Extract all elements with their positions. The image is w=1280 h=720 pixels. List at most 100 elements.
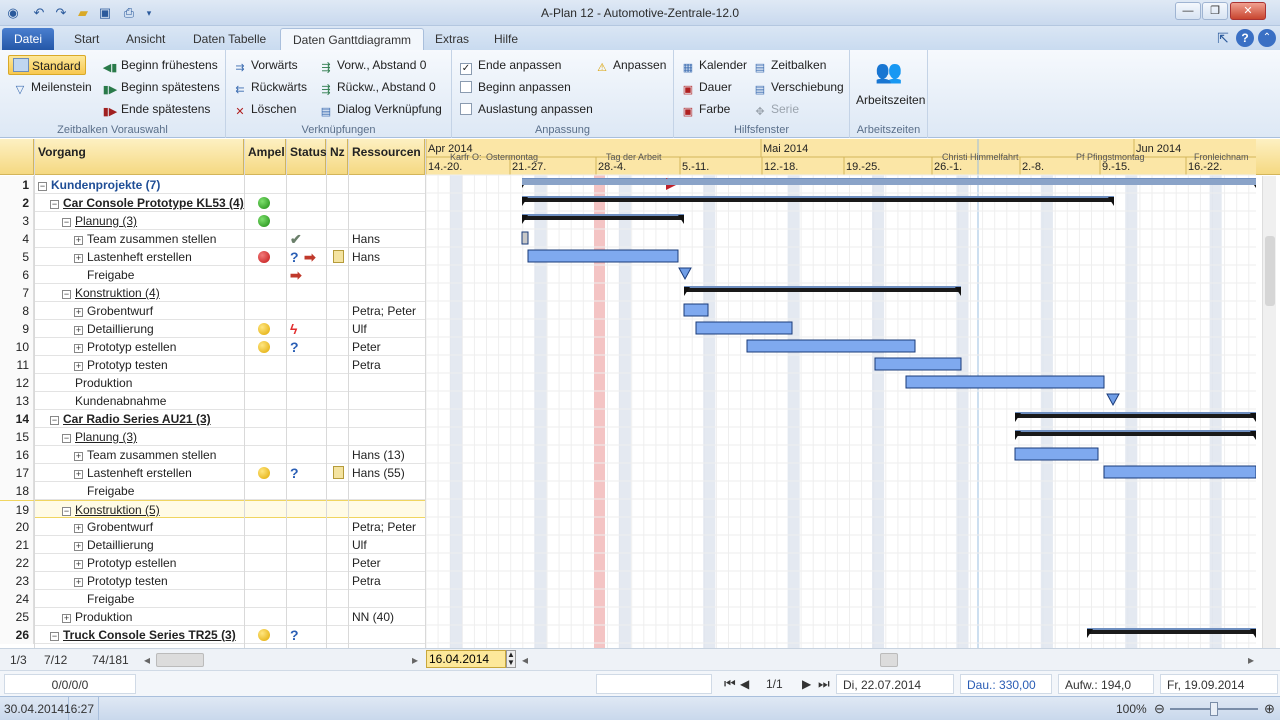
collapse-icon[interactable]: −: [62, 507, 71, 516]
tab-datei[interactable]: Datei: [2, 28, 54, 50]
rueckw-abstand-button[interactable]: ⇶ Rückw., Abstand 0: [318, 77, 435, 97]
table-row[interactable]: 13 Kundenabnahme: [0, 392, 425, 410]
vorwaerts-button[interactable]: ⇉ Vorwärts: [232, 55, 297, 75]
table-row[interactable]: 26 − Truck Console Series TR25 (3)?: [0, 626, 425, 644]
scroll-right-icon[interactable]: ▸: [412, 649, 418, 671]
table-row[interactable]: 7 − Konstruktion (4): [0, 284, 425, 302]
chart-scroll-left-icon[interactable]: ◂: [522, 649, 528, 671]
expand-icon[interactable]: +: [74, 362, 83, 371]
chart-scroll-right-icon[interactable]: ▸: [1248, 649, 1254, 671]
meilenstein-button[interactable]: ▽ Meilenstein: [12, 77, 92, 97]
table-row[interactable]: 10 + Prototyp estellen? Peter: [0, 338, 425, 356]
beginn-spaetestens-button[interactable]: ▮▶ Beginn spätestens: [102, 77, 220, 97]
beginn-anpassen-checkbox[interactable]: Beginn anpassen: [460, 77, 571, 97]
farbe-button[interactable]: ▣ Farbe: [680, 99, 731, 119]
task-name-cell[interactable]: − Konstruktion (4): [62, 284, 160, 302]
task-name-cell[interactable]: − Konstruktion (5): [62, 501, 160, 519]
expand-icon[interactable]: +: [74, 326, 83, 335]
chart-scroll-thumb[interactable]: [880, 653, 898, 667]
table-row[interactable]: 1− Kundenprojekte (7): [0, 176, 425, 194]
collapse-ribbon-icon[interactable]: ⌃: [1258, 29, 1276, 47]
table-row[interactable]: 6 Freigabe ➡: [0, 266, 425, 284]
beginn-fruehestens-button[interactable]: ◀▮ Beginn frühestens: [102, 55, 218, 75]
note-icon[interactable]: [333, 250, 344, 263]
task-name-cell[interactable]: + Team zusammen stellen: [74, 230, 216, 248]
table-row[interactable]: 12 Produktion: [0, 374, 425, 392]
expand-icon[interactable]: +: [74, 542, 83, 551]
task-name-cell[interactable]: + Detaillierung: [74, 320, 154, 338]
expand-icon[interactable]: +: [74, 560, 83, 569]
collapse-icon[interactable]: −: [50, 632, 59, 641]
maximize-button[interactable]: ❐: [1202, 2, 1228, 20]
column-header-nz[interactable]: Nz: [326, 139, 348, 175]
zoom-in-icon[interactable]: ⊕: [1260, 697, 1279, 720]
collapse-icon[interactable]: −: [62, 290, 71, 299]
ende-anpassen-checkbox[interactable]: ✓ Ende anpassen: [460, 55, 561, 75]
table-row[interactable]: 14 − Car Radio Series AU21 (3): [0, 410, 425, 428]
date-input[interactable]: [426, 650, 506, 668]
task-name-cell[interactable]: + Prototyp testen: [74, 356, 168, 374]
table-row[interactable]: 25 + Produktion NN (40): [0, 608, 425, 626]
table-row[interactable]: 2 − Car Console Prototype KL53 (4): [0, 194, 425, 212]
zeitbalken-button[interactable]: ▤ Zeitbalken: [752, 55, 827, 75]
tab-daten-ganttdiagramm[interactable]: Daten Ganttdiagramm: [280, 28, 425, 50]
ende-spaetestens-button[interactable]: ▮▶ Ende spätestens: [102, 99, 211, 119]
task-name-cell[interactable]: − Planung (3): [62, 212, 137, 230]
task-name-cell[interactable]: + Lastenheft erstellen: [74, 248, 192, 266]
arbeitszeiten-button[interactable]: Arbeitszeiten: [856, 90, 925, 110]
collapse-icon[interactable]: −: [62, 218, 71, 227]
table-row[interactable]: 11 + Prototyp testen Petra: [0, 356, 425, 374]
scroll-thumb[interactable]: [1265, 236, 1275, 306]
task-name-cell[interactable]: − Truck Console Series TR25 (3): [50, 626, 236, 644]
task-name-cell[interactable]: Freigabe: [74, 482, 134, 500]
collapse-icon[interactable]: −: [50, 416, 59, 425]
column-header-status[interactable]: Status: [286, 139, 327, 175]
table-row[interactable]: 19 − Konstruktion (5): [0, 500, 425, 519]
table-row[interactable]: 18 Freigabe: [0, 482, 425, 500]
anpassen-button[interactable]: ⚠ Anpassen: [594, 55, 666, 75]
task-name-cell[interactable]: − Car Console Prototype KL53 (4): [50, 194, 244, 212]
task-name-cell[interactable]: + Team zusammen stellen: [74, 446, 216, 464]
tab-extras[interactable]: Extras: [423, 28, 481, 50]
task-name-cell[interactable]: + Grobentwurf: [74, 518, 153, 536]
rueckwaerts-button[interactable]: ⇇ Rückwärts: [232, 77, 307, 97]
column-header-vorgang[interactable]: Vorgang: [34, 139, 244, 175]
expand-icon[interactable]: +: [74, 578, 83, 587]
table-row[interactable]: 21 + Detaillierung Ulf: [0, 536, 425, 554]
loeschen-button[interactable]: ✕ Löschen: [232, 99, 296, 119]
table-row[interactable]: 23 + Prototyp testen Petra: [0, 572, 425, 590]
zoom-out-icon[interactable]: ⊖: [1150, 697, 1169, 720]
tab-start[interactable]: Start: [62, 28, 111, 50]
prev-page-icon[interactable]: ◀: [734, 674, 755, 694]
task-name-cell[interactable]: − Planung (3): [62, 428, 137, 446]
table-row[interactable]: 8 + Grobentwurf Petra; Peter: [0, 302, 425, 320]
table-row[interactable]: 9 + Detaillierung ϟ Ulf: [0, 320, 425, 338]
people-icon[interactable]: 👥: [874, 58, 904, 86]
table-row[interactable]: 3 − Planung (3): [0, 212, 425, 230]
expand-icon[interactable]: +: [62, 614, 71, 623]
verschiebung-button[interactable]: ▤ Verschiebung: [752, 77, 844, 97]
date-spinner-icon[interactable]: ▲ ▼: [506, 650, 516, 668]
expand-icon[interactable]: +: [74, 254, 83, 263]
scroll-left-icon[interactable]: ◂: [144, 649, 150, 671]
task-name-cell[interactable]: − Car Radio Series AU21 (3): [50, 410, 211, 428]
task-name-cell[interactable]: + Produktion: [62, 608, 132, 626]
zoom-slider-thumb[interactable]: [1210, 702, 1218, 716]
table-row[interactable]: 20 + Grobentwurf Petra; Peter: [0, 518, 425, 536]
table-row[interactable]: 17 + Lastenheft erstellen? Hans (55): [0, 464, 425, 482]
task-name-cell[interactable]: + Detaillierung: [74, 536, 154, 554]
tab-hilfe[interactable]: Hilfe: [482, 28, 530, 50]
expand-icon[interactable]: +: [74, 344, 83, 353]
task-name-cell[interactable]: + Lastenheft erstellen: [74, 464, 192, 482]
task-name-cell[interactable]: Kundenabnahme: [62, 392, 166, 410]
collapse-icon[interactable]: −: [38, 182, 47, 191]
kalender-button[interactable]: ▦ Kalender: [680, 55, 747, 75]
vorw-abstand-button[interactable]: ⇶ Vorw., Abstand 0: [318, 55, 426, 75]
horizontal-scroll-thumb[interactable]: [156, 653, 204, 667]
task-name-cell[interactable]: + Prototyp estellen: [74, 338, 176, 356]
task-name-cell[interactable]: Produktion: [62, 374, 132, 392]
expand-icon[interactable]: +: [74, 470, 83, 479]
collapse-icon[interactable]: −: [62, 434, 71, 443]
column-header-ressourcen[interactable]: Ressourcen: [348, 139, 425, 175]
dialog-verknuepfung-button[interactable]: ▤ Dialog Verknüpfung: [318, 99, 442, 119]
